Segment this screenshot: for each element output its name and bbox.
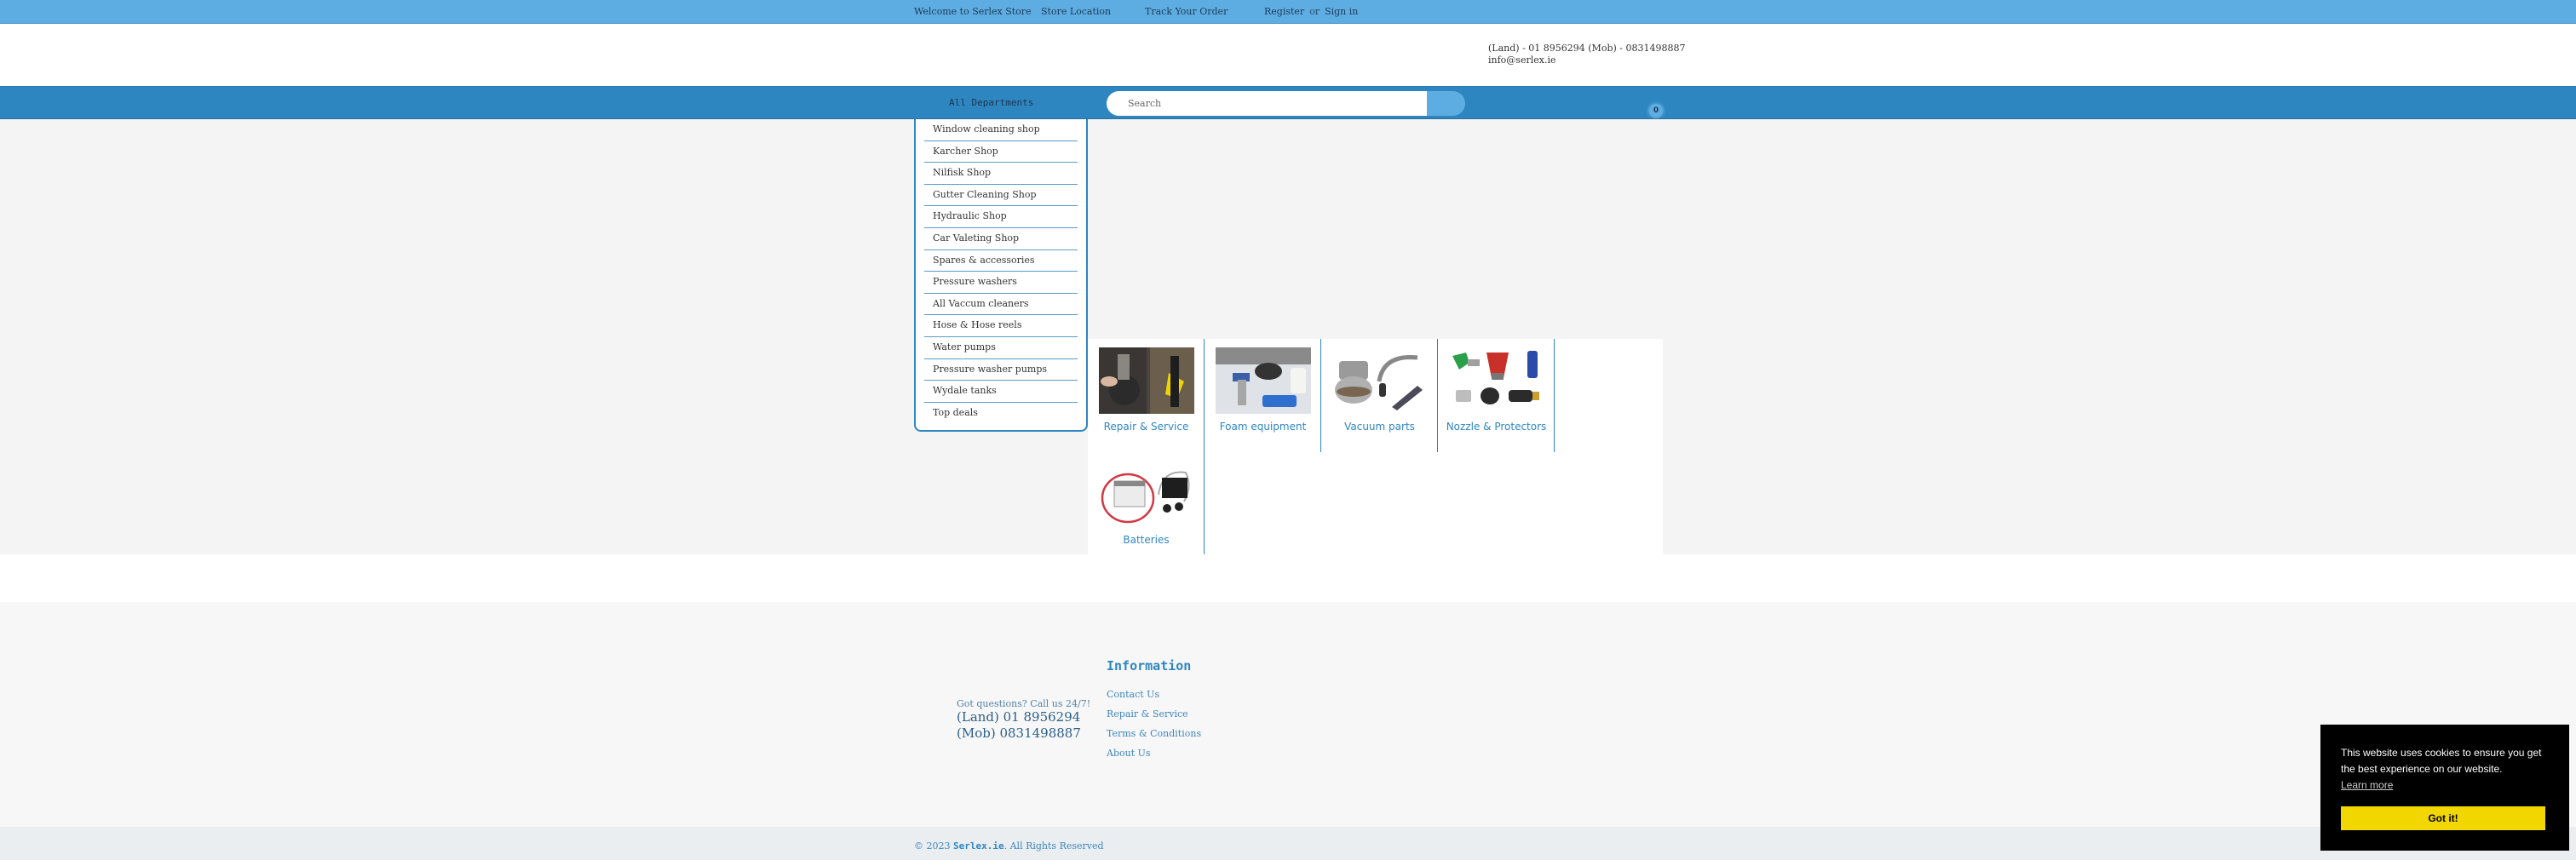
departments-menu: Window cleaning shop Karcher Shop Nilfisk … bbox=[914, 119, 1088, 432]
copyright-prefix: © 2023 bbox=[914, 840, 953, 851]
batteries-photo-icon bbox=[1098, 461, 1194, 527]
footer: Got questions? Call us 24/7! (Land) 01 8… bbox=[0, 602, 2576, 827]
category-tile-repair[interactable]: Repair & Service bbox=[1088, 339, 1205, 452]
department-item[interactable]: Water pumps bbox=[924, 337, 1078, 359]
bottom-bar: © 2023 Serlex.ie. All Rights Reserved bbox=[0, 827, 2576, 860]
copyright-suffix: . All Rights Reserved bbox=[1003, 840, 1104, 851]
account-links: Register or Sign in bbox=[1264, 6, 1358, 17]
department-item[interactable]: Karcher Shop bbox=[924, 141, 1078, 163]
footer-link-repair-service[interactable]: Repair & Service bbox=[1107, 708, 1201, 720]
all-departments-toggle[interactable]: All Departments bbox=[949, 97, 1033, 108]
foam-photo-icon bbox=[1215, 347, 1311, 414]
department-item[interactable]: Pressure washers bbox=[924, 272, 1078, 294]
header-phones: (Land) - 01 8956294 (Mob) - 0831498887 bbox=[1488, 43, 1686, 54]
search-input[interactable] bbox=[1107, 91, 1427, 116]
mob-phone: (Mob) 0831498887 bbox=[957, 725, 1081, 741]
register-link[interactable]: Register bbox=[1264, 6, 1304, 17]
search-button[interactable] bbox=[1427, 91, 1465, 116]
cookie-accept-button[interactable]: Got it! bbox=[2341, 806, 2545, 830]
category-label: Nozzle & Protectors bbox=[1446, 421, 1547, 433]
vacuum-parts-photo-icon bbox=[1331, 347, 1428, 414]
copyright: © 2023 Serlex.ie. All Rights Reserved bbox=[914, 840, 1104, 851]
learn-more-link[interactable]: Learn more bbox=[2341, 779, 2393, 791]
repair-photo-icon bbox=[1098, 347, 1194, 414]
department-item[interactable]: Gutter Cleaning Shop bbox=[924, 185, 1078, 207]
header-contact: (Land) - 01 8956294 (Mob) - 0831498887 i… bbox=[1488, 43, 1685, 66]
nav-bar: All Departments 0 bbox=[0, 86, 2576, 119]
department-item[interactable]: Window cleaning shop bbox=[924, 119, 1078, 141]
land-phone: (Land) 01 8956294 bbox=[957, 709, 1081, 725]
department-item[interactable]: Hydraulic Shop bbox=[924, 206, 1078, 228]
top-bar: Welcome to Serlex Store Store Location T… bbox=[0, 0, 2576, 24]
footer-link-about-us[interactable]: About Us bbox=[1107, 748, 1201, 759]
category-tile-foam[interactable]: Foam equipment bbox=[1205, 339, 1321, 452]
footer-link-contact-us[interactable]: Contact Us bbox=[1107, 689, 1201, 700]
header: (Land) - 01 8956294 (Mob) - 0831498887 i… bbox=[0, 24, 2576, 86]
cookie-banner: This website uses cookies to ensure you … bbox=[2320, 725, 2569, 851]
category-tile-nozzle[interactable]: Nozzle & Protectors bbox=[1438, 339, 1555, 452]
category-tile-batteries[interactable]: Batteries bbox=[1088, 452, 1205, 554]
track-order-link[interactable]: Track Your Order bbox=[1145, 6, 1228, 17]
header-email[interactable]: info@serlex.ie bbox=[1488, 54, 1685, 66]
footer-link-terms[interactable]: Terms & Conditions bbox=[1107, 728, 1201, 739]
category-label: Batteries bbox=[1123, 534, 1170, 546]
nozzle-photo-icon bbox=[1448, 347, 1544, 414]
category-label: Repair & Service bbox=[1103, 421, 1189, 433]
call-prompt: Got questions? Call us 24/7! bbox=[957, 698, 1091, 709]
department-item[interactable]: Spares & accessories bbox=[924, 250, 1078, 272]
department-item[interactable]: Wydale tanks bbox=[924, 381, 1078, 403]
footer-information: Information Contact Us Repair & Service … bbox=[1107, 658, 1201, 767]
category-tile-vacuum-parts[interactable]: Vacuum parts bbox=[1321, 339, 1438, 452]
information-heading: Information bbox=[1107, 658, 1192, 674]
department-item[interactable]: Car Valeting Shop bbox=[924, 228, 1078, 250]
department-item[interactable]: Top deals bbox=[924, 403, 1078, 425]
cart-count-badge[interactable]: 0 bbox=[1649, 104, 1663, 118]
cookie-message: This website uses cookies to ensure you … bbox=[2341, 747, 2542, 775]
spacer-band bbox=[0, 554, 2576, 602]
department-item[interactable]: All Vaccum cleaners bbox=[924, 294, 1078, 316]
department-item[interactable]: Hose & Hose reels bbox=[924, 315, 1078, 337]
category-grid: Repair & Service Foam equipment Vacuum p… bbox=[1088, 339, 1663, 554]
department-item[interactable]: Nilfisk Shop bbox=[924, 163, 1078, 185]
category-label: Vacuum parts bbox=[1344, 421, 1415, 433]
sign-in-link[interactable]: Sign in bbox=[1325, 6, 1358, 17]
footer-call-block: Got questions? Call us 24/7! (Land) 01 8… bbox=[957, 698, 1090, 742]
department-item[interactable]: Pressure washer pumps bbox=[924, 359, 1078, 381]
welcome-text: Welcome to Serlex Store bbox=[914, 6, 1032, 17]
category-label: Foam equipment bbox=[1219, 421, 1307, 433]
or-separator: or bbox=[1309, 6, 1320, 17]
brand-link[interactable]: Serlex.ie bbox=[953, 840, 1004, 851]
store-location-link[interactable]: Store Location bbox=[1041, 6, 1111, 17]
